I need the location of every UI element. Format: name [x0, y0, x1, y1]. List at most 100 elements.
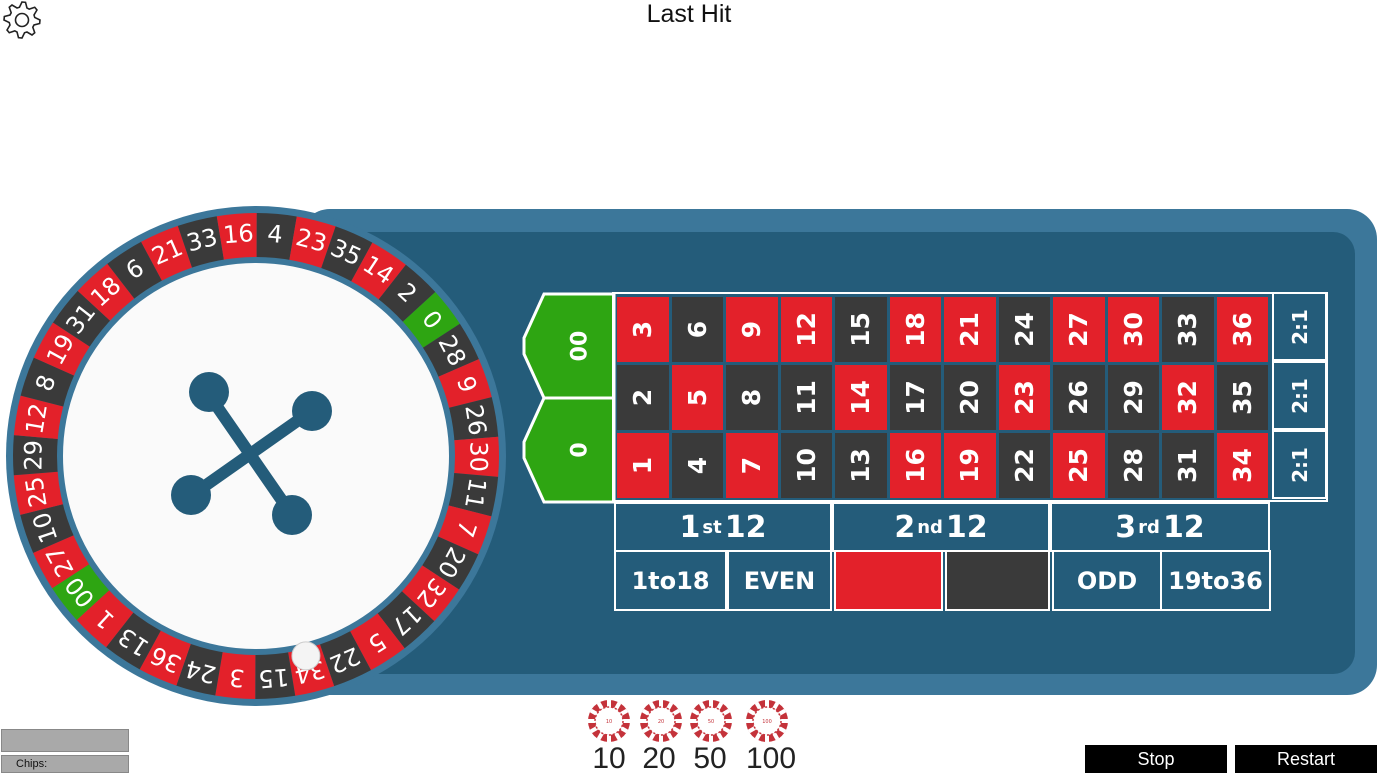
number-label: 23	[1009, 380, 1039, 415]
bet-number[interactable]: 2	[617, 365, 669, 430]
wheel-number: 29	[19, 440, 47, 471]
stop-button[interactable]: Stop	[1085, 745, 1227, 773]
bet-number[interactable]: 5	[671, 365, 723, 430]
wheel-number: 11	[459, 476, 492, 511]
bet-number[interactable]: 35	[1216, 365, 1268, 430]
number-label: 11	[791, 380, 821, 415]
bet-number[interactable]: 27	[1053, 297, 1105, 362]
bet-number[interactable]: 4	[671, 433, 723, 498]
bet-number[interactable]: 12	[780, 297, 832, 362]
number-label: 9	[737, 320, 767, 339]
number-label: 22	[1009, 448, 1039, 483]
bet-number[interactable]: 28	[1107, 433, 1159, 498]
dozen-ordinal: 2	[894, 509, 916, 545]
number-label: 12	[791, 312, 821, 347]
bet-number[interactable]: 24	[998, 297, 1050, 362]
outside-label: ODD	[1076, 566, 1138, 595]
casino-chip-icon[interactable]: 10	[586, 698, 632, 744]
bet-dozen[interactable]: 3rd 12	[1050, 502, 1270, 552]
number-label: 26	[1064, 380, 1094, 415]
bet-number[interactable]: 22	[998, 433, 1050, 498]
bet-odd[interactable]: ODD	[1052, 550, 1162, 611]
casino-chip-icon[interactable]: 20	[638, 698, 684, 744]
bet-number[interactable]: 1	[617, 433, 669, 498]
number-label: 29	[1118, 380, 1148, 415]
restart-button[interactable]: Restart	[1235, 745, 1377, 773]
casino-chip-icon[interactable]: 50	[688, 698, 734, 744]
number-label: 7	[737, 456, 767, 475]
bet-number[interactable]: 26	[1053, 365, 1105, 430]
bet-number[interactable]: 17	[889, 365, 941, 430]
bet-number[interactable]: 14	[835, 365, 887, 430]
bet-dozen[interactable]: 1st 12	[614, 502, 832, 552]
number-label: 6	[682, 320, 712, 339]
bet-number[interactable]: 8	[726, 365, 778, 430]
svg-text:10: 10	[606, 719, 612, 725]
number-label: 32	[1173, 380, 1203, 415]
svg-text:100: 100	[762, 719, 772, 725]
dozen-ordinal: 3	[1115, 509, 1137, 545]
number-label: 1	[628, 456, 658, 475]
wheel-number: 12	[20, 401, 53, 436]
number-label: 27	[1064, 312, 1094, 347]
dozen-suffix: nd	[917, 516, 943, 538]
number-label: 5	[682, 388, 712, 407]
dozen-label: 12	[945, 509, 988, 545]
bet-number[interactable]: 32	[1162, 365, 1214, 430]
number-label: 8	[737, 388, 767, 407]
bet-number[interactable]: 20	[944, 365, 996, 430]
bet-number[interactable]: 13	[835, 433, 887, 498]
bet-red[interactable]	[834, 550, 943, 611]
casino-chip-icon[interactable]: 100	[744, 698, 790, 744]
bet-number[interactable]: 11	[780, 365, 832, 430]
bet-number[interactable]: 10	[780, 433, 832, 498]
bet-number[interactable]: 7	[726, 433, 778, 498]
bet-column-2to1[interactable]: 2:1	[1272, 430, 1327, 499]
dozen-suffix: rd	[1138, 516, 1160, 538]
wheel-number: 15	[257, 663, 290, 693]
number-label: 16	[900, 448, 930, 483]
number-label: 15	[846, 312, 876, 347]
bet-column-2to1[interactable]: 2:1	[1272, 292, 1327, 361]
number-label: 36	[1227, 312, 1257, 347]
bet-number[interactable]: 19	[944, 433, 996, 498]
bet-number[interactable]: 33	[1162, 297, 1214, 362]
bet-number[interactable]: 23	[998, 365, 1050, 430]
number-label: 3	[628, 320, 658, 339]
bet-number[interactable]: 34	[1216, 433, 1268, 498]
bet-number[interactable]: 16	[889, 433, 941, 498]
number-label: 24	[1009, 312, 1039, 347]
zero-label: 00	[568, 331, 593, 362]
bet-number[interactable]: 15	[835, 297, 887, 362]
bet-column-2to1[interactable]: 2:1	[1272, 361, 1327, 430]
bet-number[interactable]: 25	[1053, 433, 1105, 498]
chip-value-label: 10	[592, 742, 626, 775]
number-label: 33	[1173, 312, 1203, 347]
number-label: 13	[846, 448, 876, 483]
wheel-number: 30	[464, 441, 492, 472]
bet-number[interactable]: 6	[671, 297, 723, 362]
zero-bets: 000	[522, 292, 616, 504]
bet-even[interactable]: EVEN	[727, 550, 832, 611]
bet-black[interactable]	[945, 550, 1050, 611]
bet-19to36[interactable]: 19to36	[1160, 550, 1271, 611]
bet-number[interactable]: 21	[944, 297, 996, 362]
bet-number[interactable]: 30	[1107, 297, 1159, 362]
number-label: 18	[900, 312, 930, 347]
chip-value-label: 20	[642, 742, 676, 775]
bet-number[interactable]: 3	[617, 297, 669, 362]
bet-1to18[interactable]: 1to18	[614, 550, 727, 611]
chip-value-label: 50	[693, 742, 727, 775]
number-label: 28	[1118, 448, 1148, 483]
bet-number[interactable]: 9	[726, 297, 778, 362]
chip-value-label: 100	[745, 742, 797, 775]
bet-number[interactable]: 31	[1162, 433, 1214, 498]
number-label: 34	[1227, 448, 1257, 483]
bet-number[interactable]: 18	[889, 297, 941, 362]
bet-dozen[interactable]: 2nd 12	[832, 502, 1050, 552]
number-label: 19	[955, 448, 985, 483]
bet-number[interactable]: 29	[1107, 365, 1159, 430]
page-title: Last Hit	[646, 0, 732, 28]
bet-number[interactable]: 36	[1216, 297, 1268, 362]
outside-label: 1to18	[631, 566, 710, 595]
